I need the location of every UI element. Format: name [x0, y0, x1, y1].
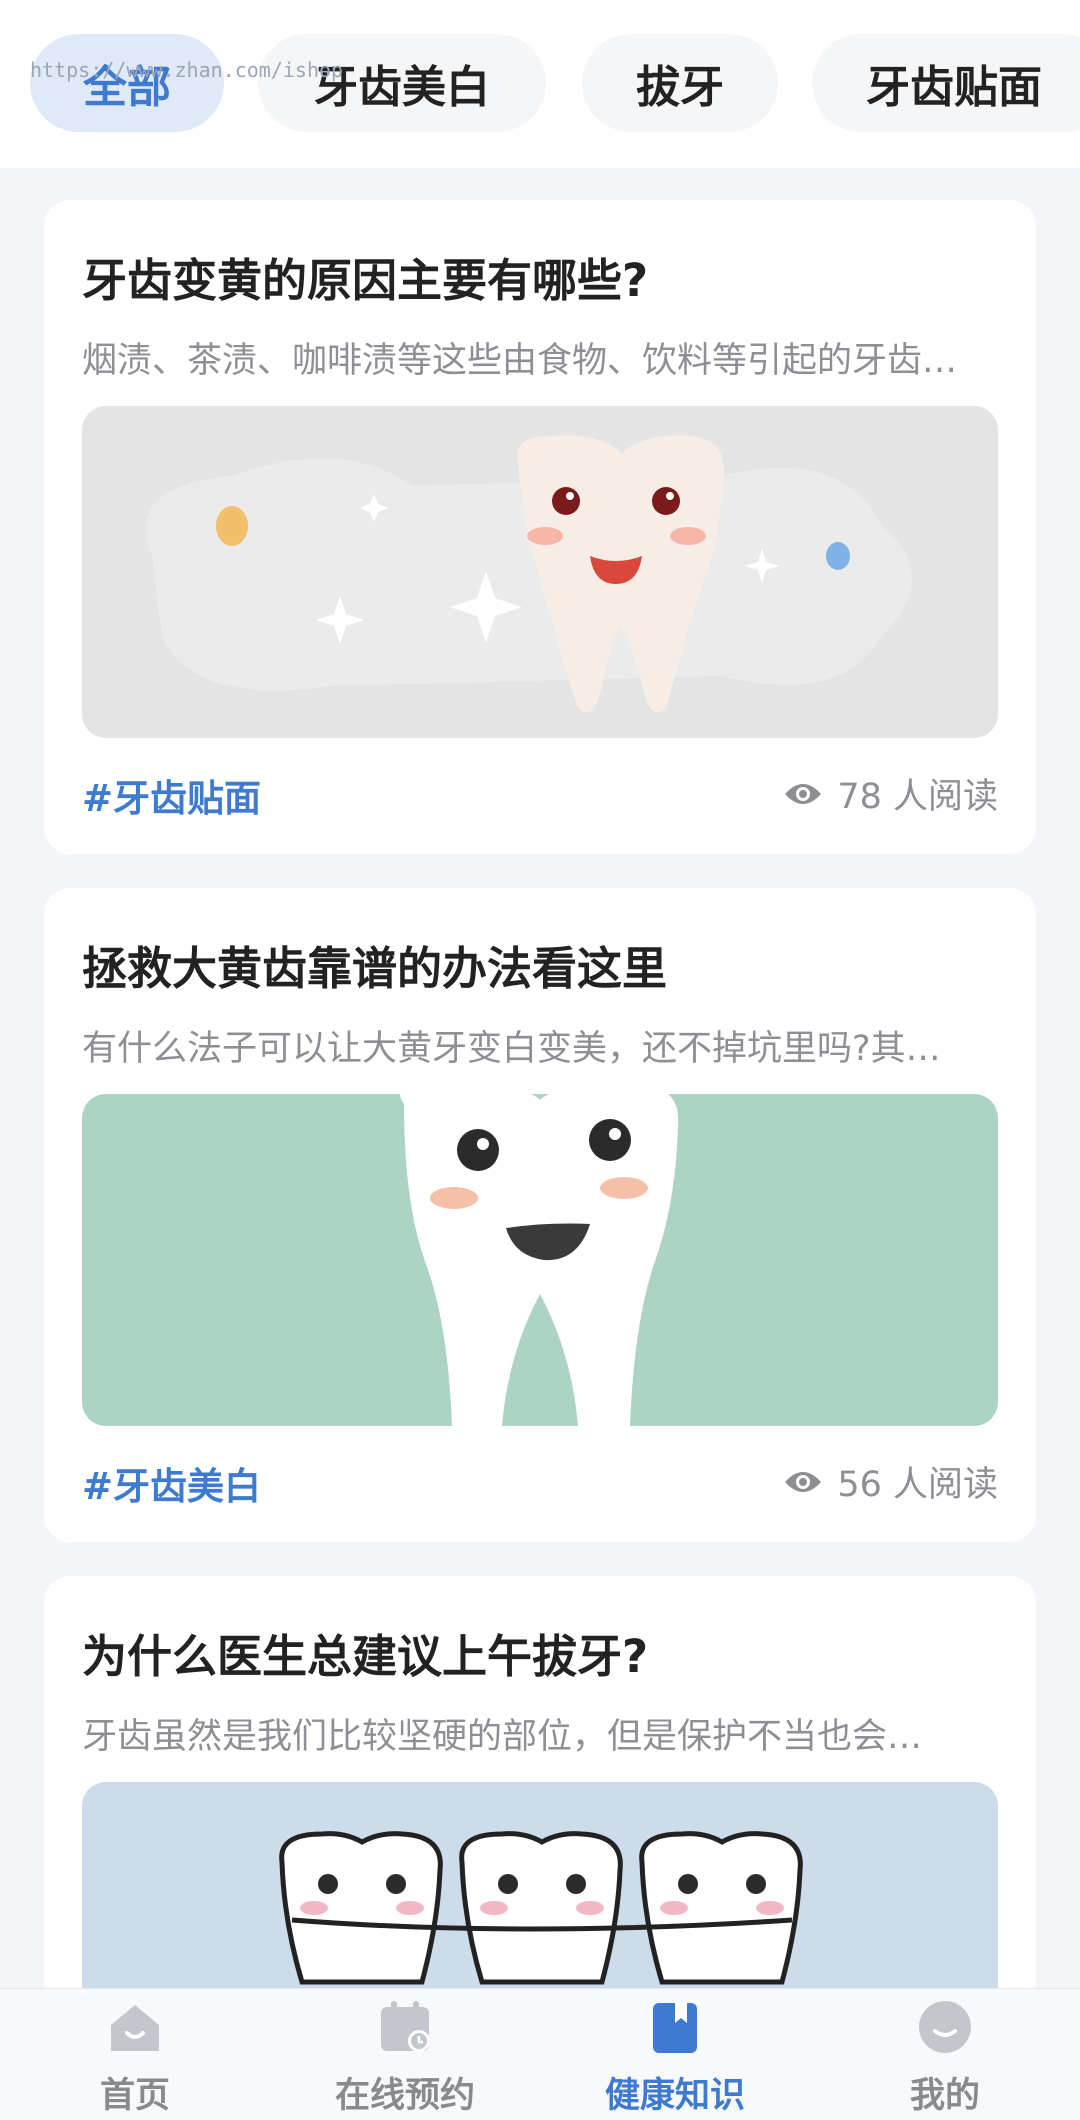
nav-online-booking-label: 在线预约 [334, 2076, 475, 2116]
article-title: 拯救大黄齿靠谱的办法看这里 [82, 942, 668, 995]
home-icon [111, 2005, 159, 2051]
read-count-label: 56 人阅读 [837, 1465, 998, 1505]
watermark: https://www.zhan.com/ishop [30, 58, 344, 82]
article-tag[interactable]: #牙齿美白 [82, 1456, 261, 1510]
tab-veneers[interactable]: 牙齿贴面 [812, 34, 1080, 132]
nav-health-knowledge-label: 健康知识 [604, 2076, 745, 2116]
article-image-yellow-teeth [82, 406, 998, 738]
tab-all[interactable]: 全部 [30, 34, 224, 132]
article-card[interactable]: 拯救大黄齿靠谱的办法看这里 有什么法子可以让大黄牙变白变美，还不掉坑里吗?其… … [44, 888, 1036, 1542]
tab-veneers-label: 牙齿贴面 [866, 62, 1042, 113]
nav-home-label: 首页 [99, 2076, 170, 2116]
read-count-label: 78 人阅读 [837, 777, 998, 817]
happy-tooth-illustration [82, 1094, 998, 1426]
article-card[interactable]: 牙齿变黄的原因主要有哪些? 烟渍、茶渍、咖啡渍等这些由食物、饮料等引起的牙齿… [44, 200, 1036, 854]
read-count: 78 人阅读 [783, 768, 998, 819]
calendar-icon [381, 2001, 430, 2052]
eye-icon [785, 1471, 822, 1492]
read-count: 56 人阅读 [783, 1456, 998, 1507]
article-summary: 烟渍、茶渍、咖啡渍等这些由食物、饮料等引起的牙齿… [82, 341, 958, 381]
category-tab-bar: 全部 牙齿美白 拔牙 牙齿贴面 https://www.zhan.com/ish… [0, 0, 1080, 168]
nav-online-booking[interactable]: 在线预约 [270, 1989, 540, 2120]
profile-icon [919, 2001, 971, 2053]
article-summary: 有什么法子可以让大黄牙变白变美，还不掉坑里吗?其… [82, 1029, 941, 1069]
article-image-tooth-whitening [82, 1094, 998, 1426]
app-screen: 全部 牙齿美白 拔牙 牙齿贴面 https://www.zhan.com/ish… [0, 0, 1080, 2120]
article-summary: 牙齿虽然是我们比较坚硬的部位，但是保护不当也会… [82, 1717, 923, 1757]
nav-profile[interactable]: 我的 [810, 1989, 1080, 2120]
nav-health-knowledge[interactable]: 健康知识 [540, 1989, 810, 2120]
article-title: 牙齿变黄的原因主要有哪些? [82, 254, 649, 307]
book-icon [653, 2003, 697, 2053]
tab-tooth-extraction-label: 拔牙 [636, 62, 724, 113]
bottom-navigation: 首页 在线预约 健康知识 我的 [0, 1988, 1080, 2120]
tab-tooth-extraction[interactable]: 拔牙 [582, 34, 778, 132]
eye-icon [785, 783, 822, 804]
nav-profile-label: 我的 [909, 2076, 980, 2116]
article-title: 为什么医生总建议上午拔牙? [82, 1630, 649, 1683]
article-tag[interactable]: #牙齿贴面 [82, 768, 261, 822]
tab-teeth-whitening[interactable]: 牙齿美白 [258, 34, 546, 132]
nav-home[interactable]: 首页 [0, 1989, 270, 2120]
smiling-tooth-illustration [82, 406, 998, 738]
